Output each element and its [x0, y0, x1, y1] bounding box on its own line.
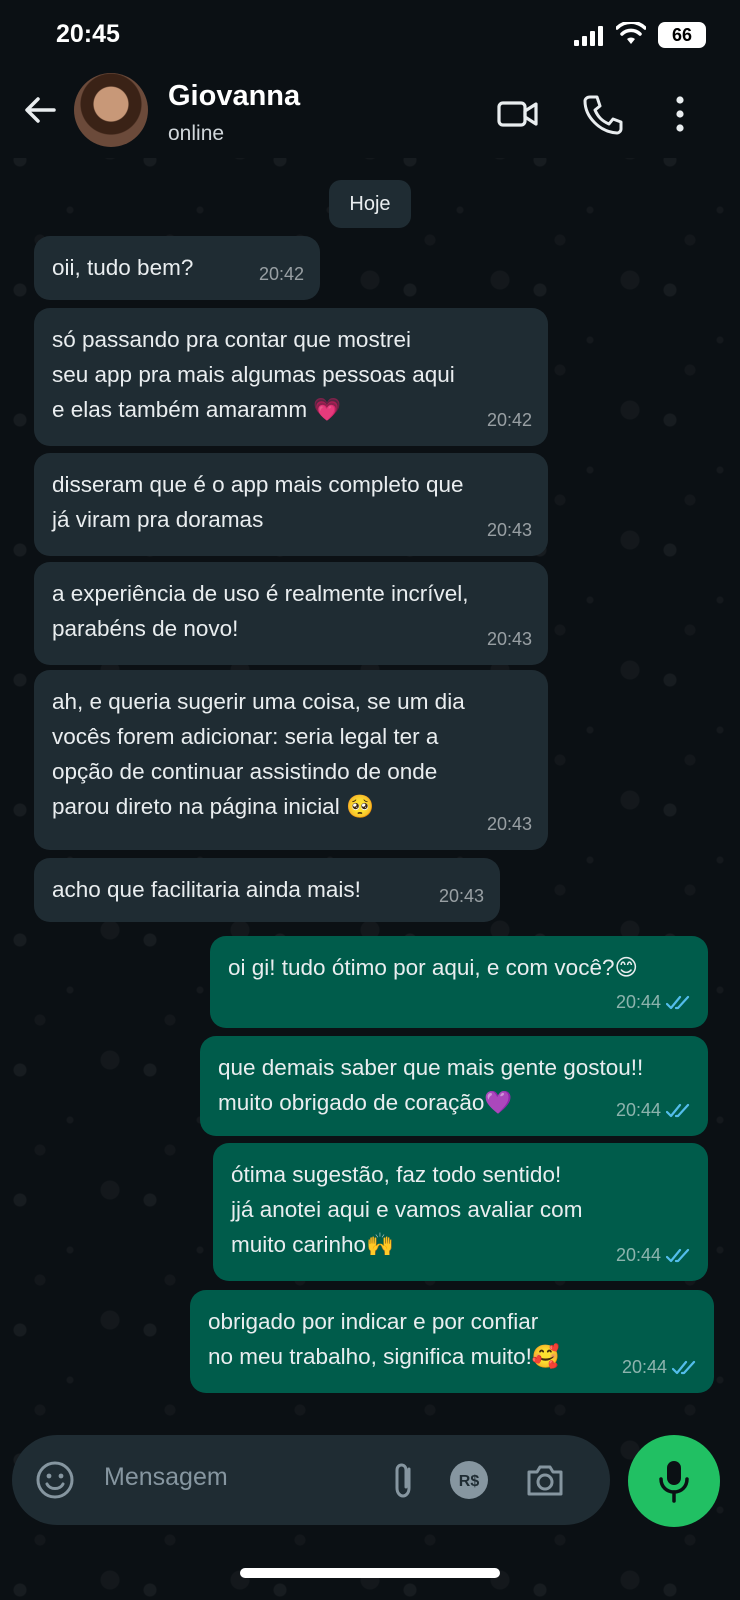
message-incoming[interactable]: a experiência de uso é realmente incríve…: [34, 562, 548, 665]
message-incoming[interactable]: oii, tudo bem? 20:42: [34, 236, 320, 300]
mic-icon: [659, 1461, 689, 1503]
message-time: 20:42: [486, 410, 532, 430]
message-composer[interactable]: Mensagem R$: [12, 1435, 610, 1525]
message-time: 20:44: [621, 1357, 667, 1377]
message-text: a experiência de uso é realmente incríve…: [52, 581, 469, 641]
read-ticks-icon: [666, 995, 690, 1009]
read-ticks-icon: [666, 1248, 690, 1262]
voice-record-button[interactable]: [628, 1435, 720, 1527]
back-arrow-icon[interactable]: [20, 90, 60, 130]
message-text: acho que facilitaria ainda mais!: [52, 877, 361, 902]
message-input[interactable]: Mensagem: [104, 1463, 228, 1492]
battery-indicator: 66: [658, 22, 706, 48]
message-incoming[interactable]: disseram que é o app mais completo que j…: [34, 453, 548, 556]
message-text: disseram que é o app mais completo que j…: [52, 472, 464, 532]
message-time: 20:43: [438, 886, 484, 906]
message-text: só passando pra contar que mostrei seu a…: [52, 327, 455, 422]
message-time: 20:43: [486, 629, 532, 649]
message-incoming[interactable]: acho que facilitaria ainda mais! 20:43: [34, 858, 500, 922]
phone-icon[interactable]: [580, 92, 624, 136]
payment-icon[interactable]: R$: [448, 1459, 490, 1501]
message-outgoing[interactable]: oi gi! tudo ótimo por aqui, e com você?😊…: [210, 936, 708, 1028]
attach-icon[interactable]: [382, 1459, 424, 1501]
contact-name[interactable]: Giovanna: [168, 80, 300, 113]
chat-header: Giovanna online: [0, 70, 740, 158]
message-incoming[interactable]: só passando pra contar que mostrei seu a…: [34, 308, 548, 446]
message-time: 20:42: [258, 264, 304, 284]
wifi-icon: [616, 22, 646, 44]
signal-icon: [574, 26, 603, 46]
message-time: 20:44: [615, 992, 661, 1012]
message-text: ah, e queria sugerir uma coisa, se um di…: [52, 689, 465, 819]
message-outgoing[interactable]: ótima sugestão, faz todo sentido! jjá an…: [213, 1143, 708, 1281]
video-call-icon[interactable]: [496, 92, 540, 136]
message-time: 20:44: [615, 1100, 661, 1120]
camera-icon[interactable]: [524, 1459, 566, 1501]
status-bar: 20:45 66: [0, 0, 740, 70]
message-outgoing[interactable]: que demais saber que mais gente gostou!!…: [200, 1036, 708, 1136]
message-time: 20:43: [486, 814, 532, 834]
status-time: 20:45: [56, 20, 120, 48]
message-incoming[interactable]: ah, e queria sugerir uma coisa, se um di…: [34, 670, 548, 850]
message-time: 20:44: [615, 1245, 661, 1265]
avatar[interactable]: [74, 73, 148, 147]
read-ticks-icon: [666, 1103, 690, 1117]
message-text: oi gi! tudo ótimo por aqui, e com você?😊: [228, 955, 638, 980]
message-time: 20:43: [486, 520, 532, 540]
contact-status: online: [168, 122, 225, 145]
read-ticks-icon: [672, 1360, 696, 1374]
more-options-icon[interactable]: [658, 92, 702, 136]
emoji-icon[interactable]: [34, 1459, 76, 1501]
date-separator: Hoje: [329, 180, 411, 228]
svg-text:R$: R$: [459, 1473, 480, 1490]
home-indicator[interactable]: [240, 1568, 500, 1578]
message-outgoing[interactable]: obrigado por indicar e por confiar no me…: [190, 1290, 714, 1393]
